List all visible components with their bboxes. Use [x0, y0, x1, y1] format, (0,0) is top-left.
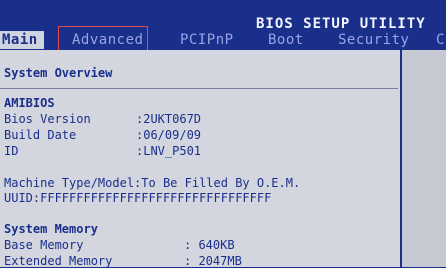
machine-type-line: Machine Type/Model:To Be Filled By O.E.M…: [4, 176, 301, 190]
id-label: ID: [4, 144, 19, 158]
bios-version-value: :2UKT067D: [136, 112, 202, 126]
tab-boot[interactable]: Boot: [268, 32, 304, 48]
id-value: :LNV_P501: [136, 144, 202, 158]
bios-header: AMIBIOS: [4, 96, 55, 110]
section-title: System Overview: [4, 66, 113, 80]
tab-security[interactable]: Security: [338, 32, 409, 48]
main-panel: System Overview AMIBIOS Bios Version :2U…: [0, 50, 402, 268]
base-memory-value: : 640KB: [184, 238, 235, 252]
build-date-value: :06/09/09: [136, 128, 202, 142]
tab-pcipnp[interactable]: PCIPnP: [180, 32, 234, 48]
help-side-panel: [402, 50, 446, 267]
tab-main[interactable]: Main: [0, 31, 44, 49]
build-date-label: Build Date: [4, 128, 77, 142]
system-memory-header: System Memory: [4, 222, 98, 236]
section-divider: [0, 88, 398, 89]
uuid-line: UUID:FFFFFFFFFFFFFFFFFFFFFFFFFFFFFFFF: [4, 191, 272, 205]
extended-memory-label: Extended Memory: [4, 254, 113, 268]
tab-overflow[interactable]: C: [436, 32, 445, 48]
base-memory-label: Base Memory: [4, 238, 84, 252]
app-title: BIOS SETUP UTILITY: [256, 16, 426, 32]
extended-memory-value: : 2047MB: [184, 254, 242, 268]
bios-version-label: Bios Version: [4, 112, 91, 126]
